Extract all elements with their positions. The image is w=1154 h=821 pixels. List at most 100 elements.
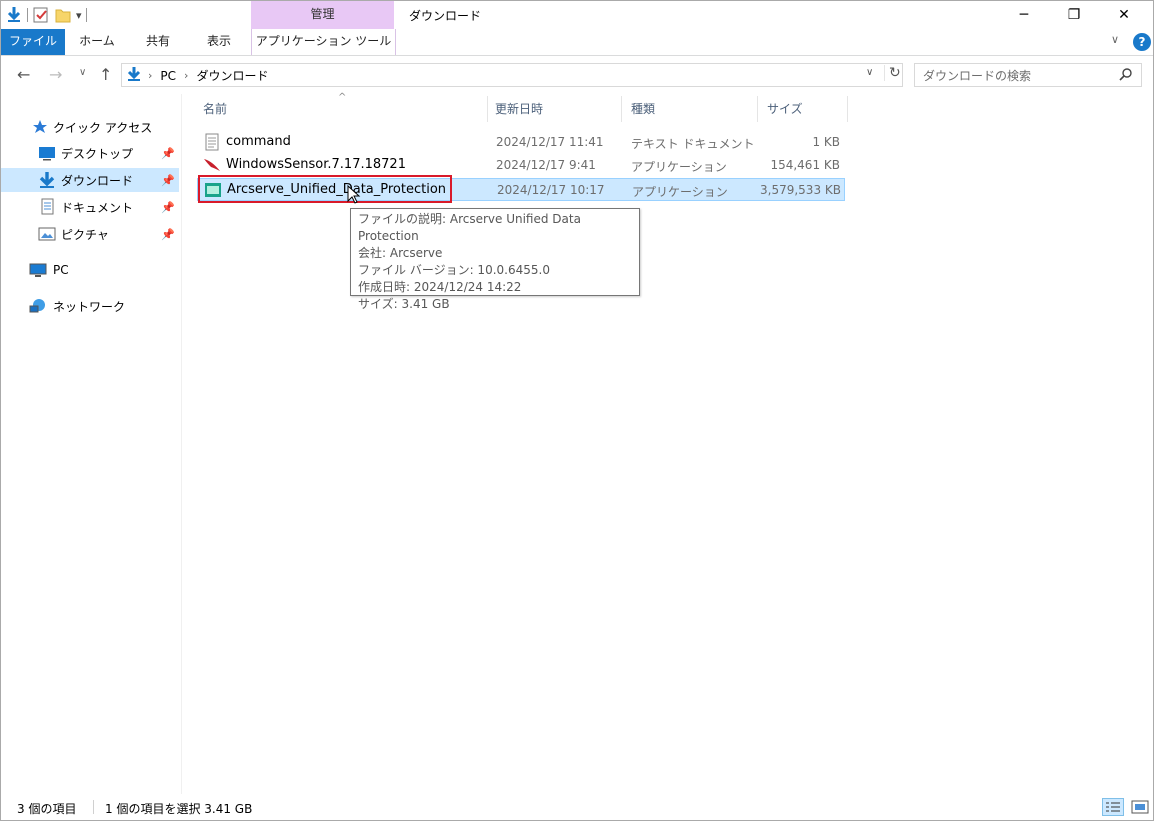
address-bar[interactable]: › PC › ダウンロード ∨ ↻: [121, 63, 903, 87]
nav-item-quick-access[interactable]: クイック アクセス: [1, 115, 179, 139]
breadcrumb: › PC › ダウンロード: [148, 67, 268, 84]
file-size: 1 KB: [812, 135, 840, 149]
star-icon: [33, 120, 47, 133]
qat-separator: [85, 8, 87, 22]
file-date: 2024/12/17 10:17: [497, 183, 605, 197]
recent-locations-button[interactable]: ∨: [79, 67, 86, 78]
restore-button[interactable]: ❐: [1051, 1, 1097, 29]
file-explorer-window: ▾ 管理 ダウンロード ─ ❐ ✕ ファイル ホーム 共有 表示 アプリケーショ…: [0, 0, 1154, 821]
sort-ascending-icon: ^: [338, 92, 347, 103]
tab-home[interactable]: ホーム: [71, 29, 123, 55]
details-view-icon: [1106, 802, 1120, 812]
nav-label: ドキュメント: [61, 200, 134, 215]
tab-application-tools[interactable]: アプリケーション ツール: [251, 29, 396, 55]
network-icon: [29, 299, 45, 313]
nav-label: PC: [53, 263, 69, 277]
column-header-name[interactable]: 名前: [203, 94, 227, 124]
file-name: WindowsSensor.7.17.18721: [226, 157, 406, 172]
breadcrumb-downloads[interactable]: ダウンロード: [196, 67, 268, 84]
pin-icon[interactable]: 📌: [161, 201, 175, 214]
title-bar: ▾ 管理 ダウンロード ─ ❐ ✕: [1, 1, 1153, 29]
file-date: 2024/12/17 9:41: [496, 158, 596, 172]
nav-item-downloads[interactable]: ダウンロード 📌: [1, 168, 179, 192]
ribbon-tabs: ファイル ホーム 共有 表示 アプリケーション ツール ∨ ?: [1, 29, 1153, 56]
large-icons-view-icon: [1131, 800, 1149, 814]
nav-item-documents[interactable]: ドキュメント 📌: [1, 195, 179, 219]
tooltip-created: 作成日時: 2024/12/24 14:22: [358, 280, 522, 294]
file-name: command: [226, 134, 291, 149]
properties-icon[interactable]: [32, 6, 50, 24]
tab-view[interactable]: 表示: [193, 29, 245, 55]
breadcrumb-pc[interactable]: PC: [160, 69, 176, 83]
file-row-command[interactable]: command 2024/12/17 11:41 テキスト ドキュメント 1 K…: [197, 131, 845, 154]
up-button[interactable]: ↑: [99, 65, 112, 84]
new-folder-icon[interactable]: [54, 6, 72, 24]
nav-label: クイック アクセス: [53, 120, 153, 135]
download-icon: [39, 172, 55, 188]
nav-label: ダウンロード: [61, 173, 134, 188]
file-type: アプリケーション: [632, 185, 728, 199]
large-icons-view-button[interactable]: [1129, 798, 1151, 816]
tooltip-size: サイズ: 3.41 GB: [358, 297, 450, 311]
refresh-icon[interactable]: ↻: [884, 65, 901, 81]
item-count: 3 個の項目: [17, 802, 77, 816]
file-row-windowssensor[interactable]: WindowsSensor.7.17.18721 2024/12/17 9:41…: [197, 154, 845, 177]
file-type: アプリケーション: [631, 160, 727, 174]
help-icon[interactable]: ?: [1133, 33, 1151, 51]
nav-item-pictures[interactable]: ピクチャ 📌: [1, 222, 179, 246]
column-header-size[interactable]: サイズ: [767, 94, 803, 124]
status-bar: 3 個の項目 1 個の項目を選択 3.41 GB: [1, 794, 1153, 820]
quick-access-toolbar: ▾: [5, 5, 87, 25]
search-input[interactable]: ダウンロードの検索: [914, 63, 1142, 87]
pin-icon[interactable]: 📌: [161, 147, 175, 160]
details-view-button[interactable]: [1102, 798, 1124, 816]
back-button[interactable]: ←: [17, 65, 30, 84]
tooltip-version: ファイル バージョン: 10.0.6455.0: [358, 263, 550, 277]
nav-item-pc[interactable]: PC: [1, 258, 179, 282]
file-size: 154,461 KB: [770, 158, 840, 172]
file-date: 2024/12/17 11:41: [496, 135, 604, 149]
column-header-date[interactable]: 更新日時: [495, 94, 543, 124]
selection-info: 1 個の項目を選択 3.41 GB: [105, 802, 253, 816]
breadcrumb-separator[interactable]: ›: [148, 69, 152, 82]
minimize-button[interactable]: ─: [1001, 1, 1047, 29]
download-location-icon: [127, 67, 141, 81]
column-header-type[interactable]: 種類: [631, 94, 655, 124]
file-size: 3,579,533 KB: [760, 183, 841, 197]
breadcrumb-separator[interactable]: ›: [184, 69, 188, 82]
mouse-cursor-icon: [347, 185, 361, 204]
search-icon[interactable]: [1119, 67, 1133, 81]
status-divider: [93, 800, 94, 814]
manage-context-header: 管理: [251, 1, 394, 29]
search-placeholder: ダウンロードの検索: [923, 69, 1032, 83]
document-icon: [41, 198, 54, 215]
column-divider[interactable]: [847, 96, 848, 122]
qat-separator: [27, 8, 28, 22]
navigation-pane: クイック アクセス デスクトップ 📌 ダウンロード 📌 ドキュメント 📌 ピクチ…: [1, 94, 182, 794]
column-divider[interactable]: [757, 96, 758, 122]
column-divider[interactable]: [487, 96, 488, 122]
annotation-highlight-box: [198, 175, 452, 203]
column-divider[interactable]: [621, 96, 622, 122]
text-file-icon: [205, 133, 219, 151]
forward-button[interactable]: →: [49, 65, 62, 84]
address-dropdown-icon[interactable]: ∨: [866, 67, 873, 78]
tab-share[interactable]: 共有: [135, 29, 181, 55]
tab-file[interactable]: ファイル: [1, 29, 65, 55]
pin-icon[interactable]: 📌: [161, 174, 175, 187]
address-row: ← → ∨ ↑ › PC › ダウンロード ∨ ↻ ダウンロードの検索: [1, 56, 1153, 94]
pictures-icon: [38, 227, 56, 241]
expand-ribbon-icon[interactable]: ∨: [1111, 33, 1119, 46]
pc-icon: [29, 263, 47, 277]
nav-item-network[interactable]: ネットワーク: [1, 294, 179, 318]
pin-icon[interactable]: 📌: [161, 228, 175, 241]
nav-label: デスクトップ: [61, 146, 134, 161]
nav-label: ピクチャ: [61, 227, 109, 242]
close-button[interactable]: ✕: [1101, 1, 1147, 29]
window-title: ダウンロード: [409, 9, 482, 23]
nav-item-desktop[interactable]: デスクトップ 📌: [1, 141, 179, 165]
qat-dropdown-icon[interactable]: ▾: [76, 9, 82, 22]
file-type: テキスト ドキュメント: [631, 137, 755, 151]
download-folder-icon[interactable]: [5, 6, 23, 24]
tooltip-description: ファイルの説明: Arcserve Unified Data Protectio…: [358, 212, 581, 243]
